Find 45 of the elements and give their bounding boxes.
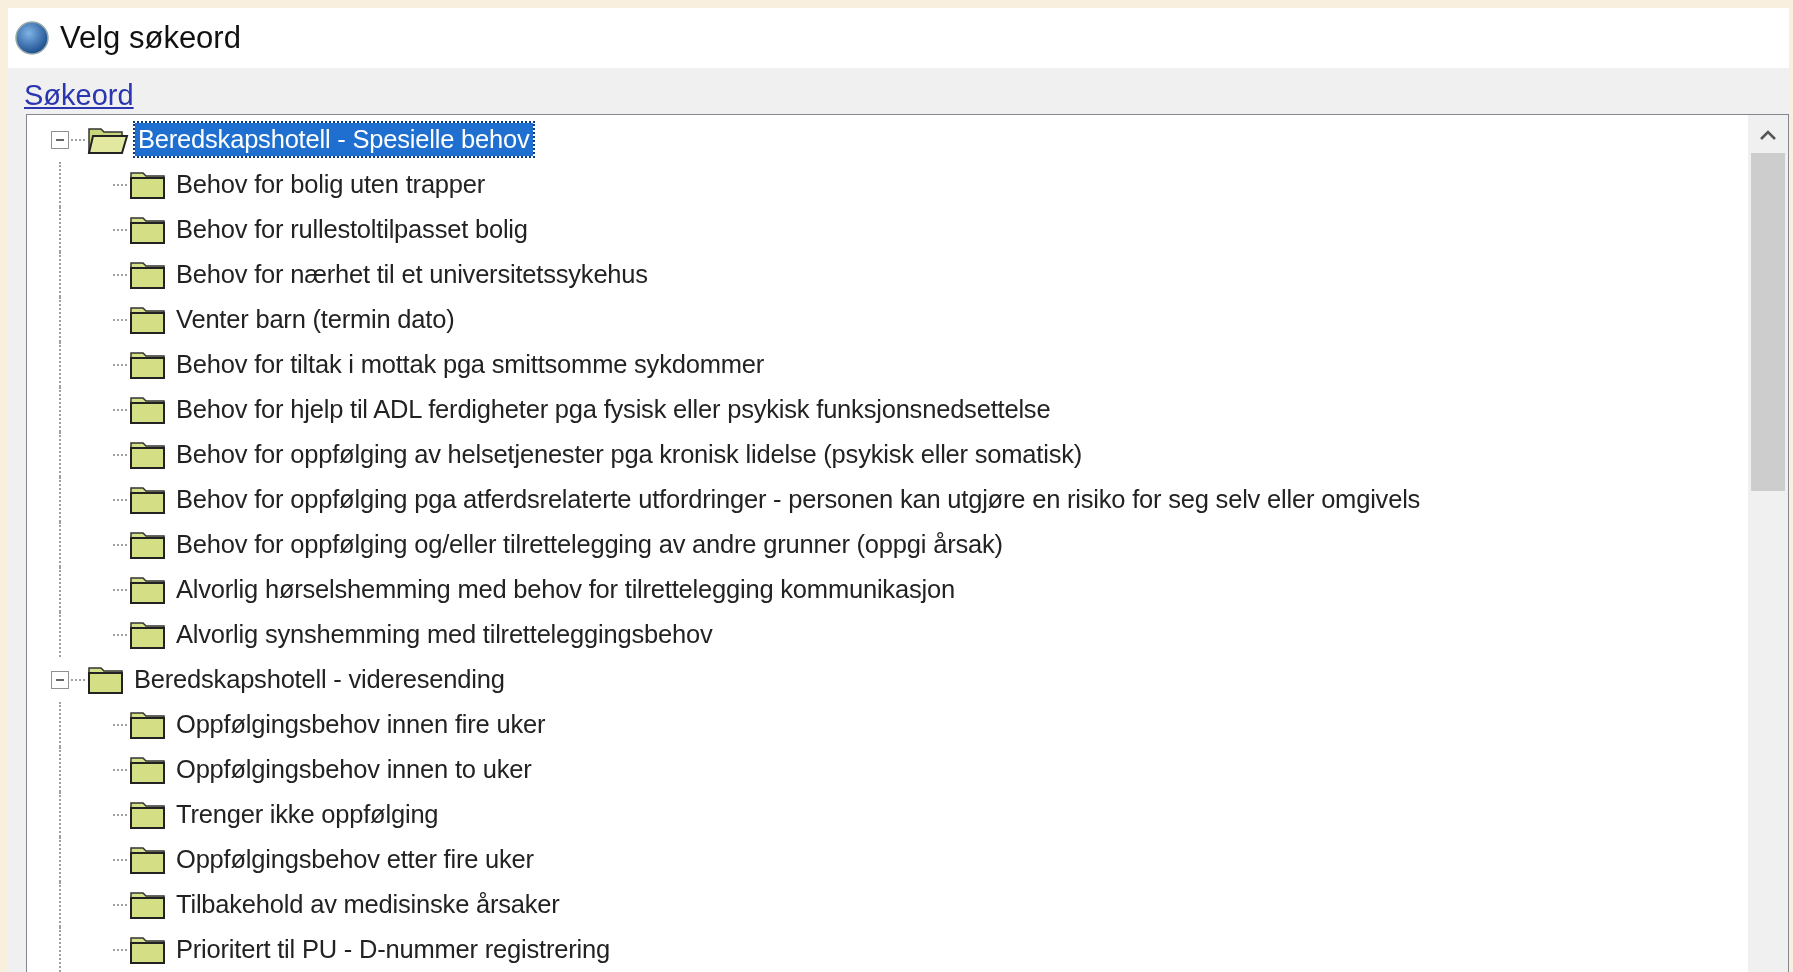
folder-icon <box>129 529 167 560</box>
folder-icon <box>129 844 167 875</box>
tree-node[interactable]: Behov for bolig uten trapper <box>173 168 489 201</box>
tree-node[interactable]: Beredskapshotell - videresending <box>131 663 508 696</box>
tree-node[interactable]: Oppfølgingsbehov innen to uker <box>173 753 535 786</box>
folder-icon <box>129 484 167 515</box>
folder-icon <box>129 214 167 245</box>
folder-icon <box>129 439 167 470</box>
tree-node[interactable]: Behov for hjelp til ADL ferdigheter pga fysisk eller psykisk funksjonsnedsettelse <box>173 393 1054 426</box>
window-title: Velg søkeord <box>60 19 241 56</box>
folder-icon <box>129 394 167 425</box>
tree-node[interactable]: Beredskapshotell - Spesielle behov <box>135 123 533 156</box>
scrollbar-thumb[interactable] <box>1751 153 1785 491</box>
tree-node[interactable]: Tilbakehold av medisinske årsaker <box>173 888 563 921</box>
folder-icon <box>129 889 167 920</box>
tree-node[interactable]: Behov for oppfølging og/eller tilrettelegging av andre grunner (oppgi årsak) <box>173 528 1006 561</box>
scrollbar[interactable] <box>1748 115 1788 972</box>
tree-node[interactable]: Alvorlig hørselshemming med behov for tilrettelegging kommunikasjon <box>173 573 958 606</box>
folder-icon <box>129 709 167 740</box>
tree-node[interactable]: Behov for nærhet til et universitetssykehus <box>173 258 651 291</box>
folder-icon <box>87 664 125 695</box>
tree-node[interactable]: Behov for oppfølging av helsetjenester pga kronisk lidelse (psykisk eller somatisk) <box>173 438 1086 471</box>
tree-node[interactable]: Oppfølgingsbehov innen fire uker <box>173 708 549 741</box>
tree-node[interactable]: Behov for tiltak i mottak pga smittsomme sykdommer <box>173 348 768 381</box>
folder-icon <box>129 619 167 650</box>
tree-node[interactable]: Behov for rullestoltilpasset bolig <box>173 213 531 246</box>
collapse-toggle-icon[interactable] <box>51 130 69 149</box>
tree-node[interactable]: Trenger ikke oppfølging <box>173 798 442 831</box>
folder-icon <box>129 574 167 605</box>
tree-node[interactable]: Behov for oppfølging pga atferdsrelaterte utfordringer - personen kan utgjøre en risiko for seg selv eller omgivels <box>173 483 1424 516</box>
folder-icon <box>129 304 167 335</box>
app-logo-icon <box>14 19 50 56</box>
tree-node[interactable]: Prioritert til PU - D-nummer registrering <box>173 933 613 966</box>
folder-icon <box>129 754 167 785</box>
tree-node[interactable]: Alvorlig synshemming med tilretteleggingsbehov <box>173 618 716 651</box>
tree-node[interactable]: Oppfølgingsbehov etter fire uker <box>173 843 537 876</box>
folder-icon <box>129 799 167 830</box>
folder-icon <box>129 934 167 965</box>
scroll-up-icon[interactable] <box>1759 129 1777 141</box>
folder-icon <box>129 169 167 200</box>
folder-icon <box>129 349 167 380</box>
collapse-toggle-icon[interactable] <box>51 670 69 689</box>
folder-icon <box>129 259 167 290</box>
keyword-link[interactable]: Søkeord <box>24 79 134 114</box>
tree-node[interactable]: Venter barn (termin dato) <box>173 303 458 336</box>
